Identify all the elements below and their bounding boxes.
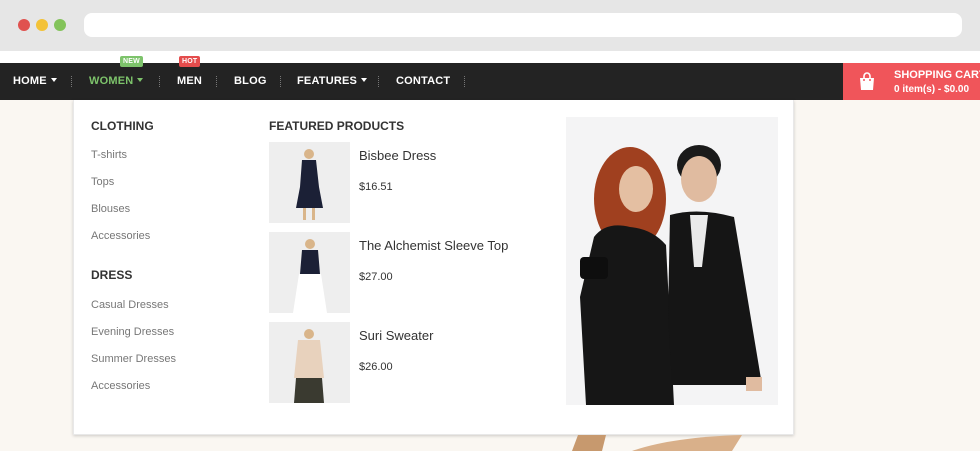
nav-divider: [464, 76, 465, 87]
menu-link-dress-accessories[interactable]: Accessories: [91, 380, 150, 392]
hot-badge: HOT: [179, 56, 201, 67]
menu-link-casual-dresses[interactable]: Casual Dresses: [91, 299, 169, 311]
model-sweater-image: [294, 329, 324, 403]
product-thumbnail[interactable]: [269, 322, 350, 403]
nav-women[interactable]: NEW WOMEN: [89, 56, 144, 100]
new-badge: NEW: [120, 56, 143, 67]
model-top-image: [293, 239, 327, 313]
menu-link-tops[interactable]: Tops: [91, 176, 114, 188]
cart-title: SHOPPING CART: [894, 69, 980, 81]
nav-contact[interactable]: CONTACT: [396, 63, 450, 100]
nav-men[interactable]: HOT MEN: [177, 56, 203, 100]
product-thumbnail[interactable]: [269, 232, 350, 313]
menu-link-summer-dresses[interactable]: Summer Dresses: [91, 353, 176, 365]
product-name[interactable]: Bisbee Dress: [359, 148, 436, 163]
product-price: $16.51: [359, 181, 393, 193]
chevron-down-icon: [50, 78, 57, 82]
product-price: $26.00: [359, 361, 393, 373]
menu-link-clothing-accessories[interactable]: Accessories: [91, 230, 150, 242]
product-price: $27.00: [359, 271, 393, 283]
nav-divider: [378, 76, 379, 87]
clothing-heading: CLOTHING: [91, 119, 154, 133]
menu-link-blouses[interactable]: Blouses: [91, 203, 130, 215]
menu-link-evening-dresses[interactable]: Evening Dresses: [91, 326, 174, 338]
nav-blog-label: BLOG: [234, 75, 267, 87]
nav-home-label: HOME: [13, 75, 47, 87]
minimize-window-dot[interactable]: [36, 19, 48, 31]
nav-features-label: FEATURES: [297, 75, 358, 87]
product-thumbnail[interactable]: [269, 142, 350, 223]
product-name[interactable]: The Alchemist Sleeve Top: [359, 238, 508, 253]
header-spacer: [0, 51, 980, 63]
nav-contact-label: CONTACT: [396, 75, 451, 87]
chevron-down-icon: [137, 78, 144, 82]
product-name[interactable]: Suri Sweater: [359, 328, 433, 343]
main-nav: HOME NEW WOMEN HOT MEN BLOG FEATURES CON…: [0, 56, 980, 100]
mega-menu-dropdown: CLOTHING T-shirts Tops Blouses Accessori…: [73, 100, 794, 435]
nav-divider: [216, 76, 217, 87]
nav-divider: [71, 76, 72, 87]
dress-heading: DRESS: [91, 268, 133, 282]
shopping-bag-icon: [860, 72, 874, 90]
model-dress-image: [296, 149, 323, 220]
nav-blog[interactable]: BLOG: [234, 63, 267, 100]
featured-banner-image[interactable]: [566, 117, 778, 405]
nav-home[interactable]: HOME: [13, 63, 57, 100]
nav-men-label: MEN: [177, 75, 203, 87]
maximize-window-dot[interactable]: [54, 19, 66, 31]
background-model-legs: [572, 435, 742, 451]
browser-chrome: [0, 0, 980, 51]
nav-divider: [159, 76, 160, 87]
cart-summary: 0 item(s) - $0.00: [894, 84, 970, 95]
address-bar[interactable]: [84, 13, 962, 37]
close-window-dot[interactable]: [18, 19, 30, 31]
shopping-cart-button[interactable]: SHOPPING CART 0 item(s) - $0.00: [843, 63, 980, 100]
nav-features[interactable]: FEATURES: [297, 63, 368, 100]
nav-divider: [280, 76, 281, 87]
menu-link-tshirts[interactable]: T-shirts: [91, 149, 127, 161]
nav-women-label: WOMEN: [89, 75, 134, 87]
couple-fashion-image: [580, 145, 762, 405]
featured-products-heading: FEATURED PRODUCTS: [269, 119, 405, 133]
chevron-down-icon: [361, 78, 368, 82]
